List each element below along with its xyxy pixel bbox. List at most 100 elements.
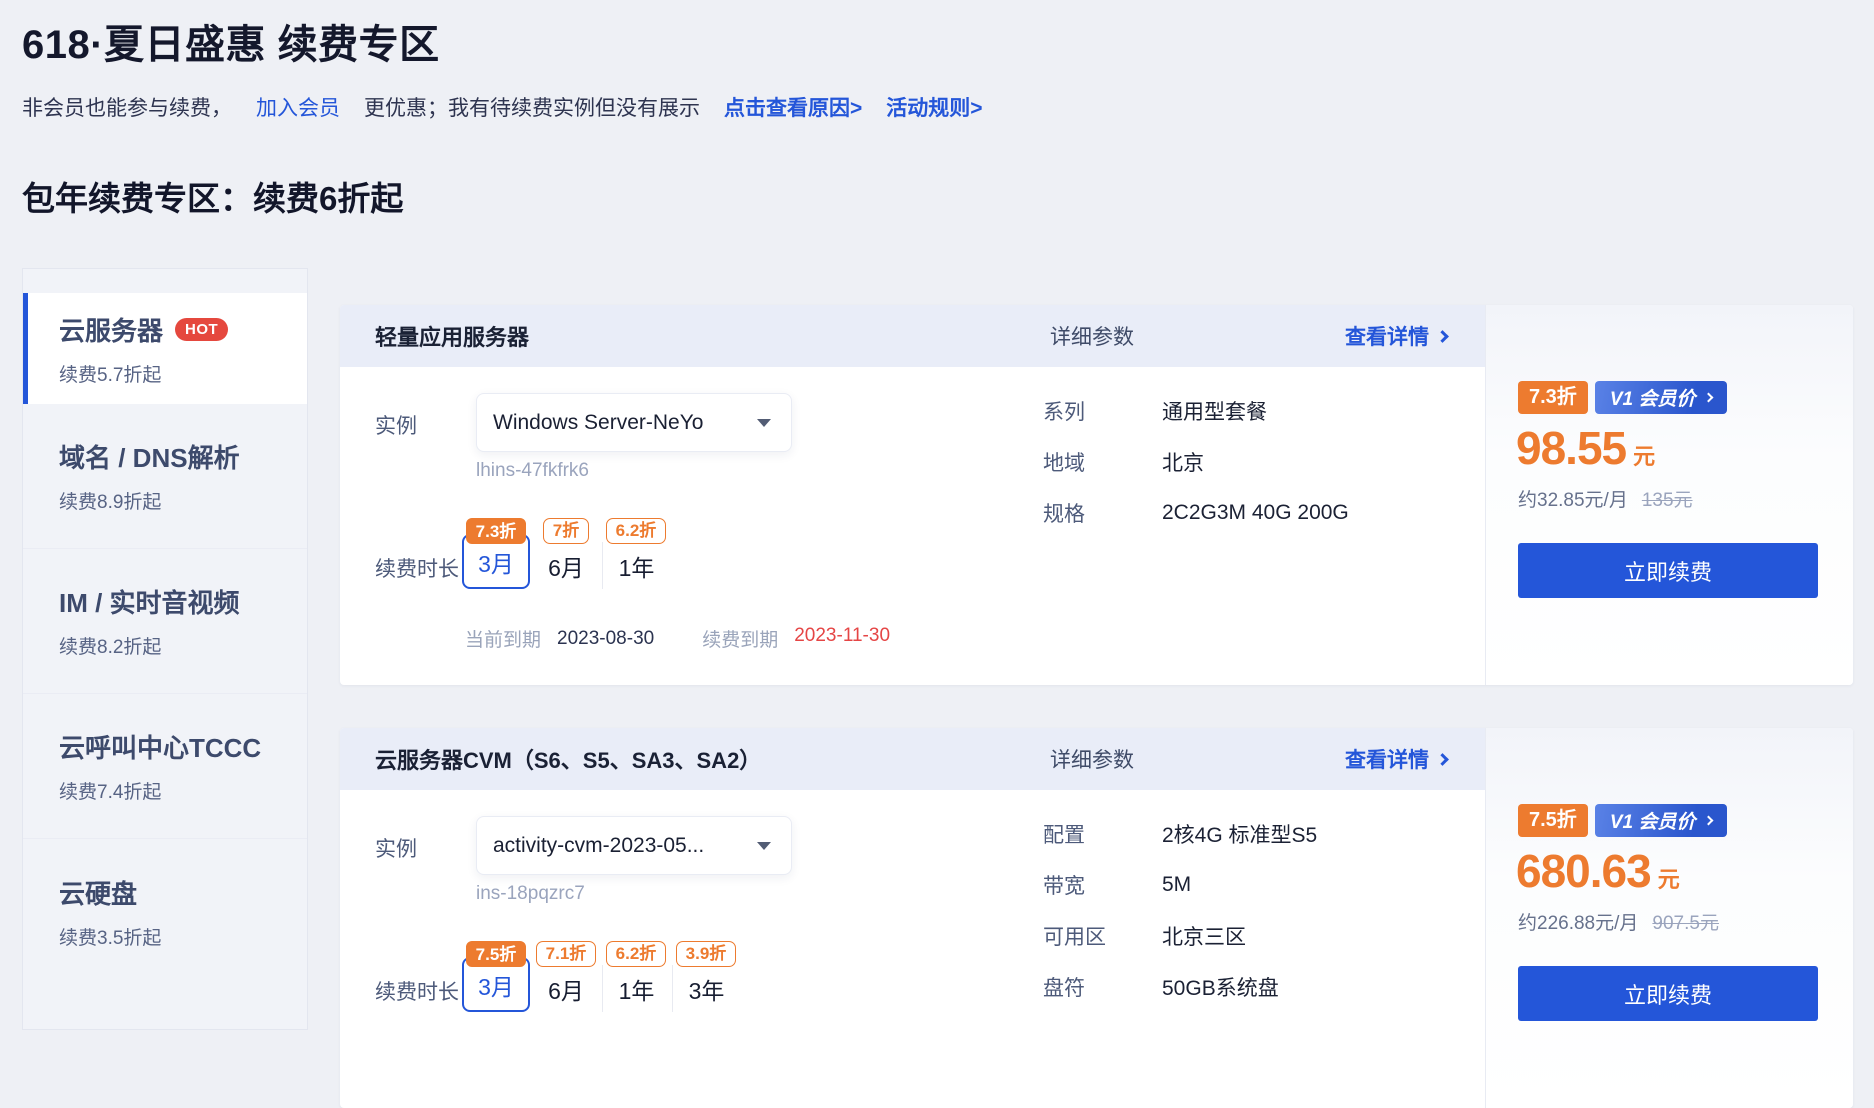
duration-option[interactable]: 7折 6月 xyxy=(532,518,600,589)
discount-tag: 3.9折 xyxy=(676,941,737,967)
duration-option[interactable]: 7.5折 3月 xyxy=(462,941,530,1012)
price-amount: 680.63 元 xyxy=(1516,844,1680,898)
duration-option[interactable]: 3.9折 3年 xyxy=(672,941,740,1012)
instance-select[interactable]: Windows Server-NeYo xyxy=(476,393,792,452)
sidebar-item-label: 云服务器 xyxy=(59,311,163,348)
product-card: 云服务器CVM（S6、S5、SA3、SA2） 详细参数 查看详情 实例 acti… xyxy=(340,728,1853,1108)
original-price: 135元 xyxy=(1642,485,1693,512)
member-price-label: V1 会员价 xyxy=(1610,384,1696,411)
spec-value: 北京 xyxy=(1162,447,1204,477)
sidebar-item-discount: 续费3.5折起 xyxy=(59,923,307,950)
spec-value: 2核4G 标准型S5 xyxy=(1162,819,1317,849)
expiry-row: 当前到期 2023-08-30 续费到期 2023-11-30 xyxy=(465,625,890,652)
sidebar-item-1[interactable]: 云服务器 HOT 续费5.7折起 xyxy=(23,293,307,404)
selected-indicator-bar xyxy=(23,293,28,404)
renew-expiry-label: 续费到期 xyxy=(702,625,778,652)
duration-term: 6月 xyxy=(532,542,600,589)
current-expiry-date: 2023-08-30 xyxy=(557,628,654,650)
join-member-link[interactable]: 加入会员 xyxy=(256,92,340,122)
renew-expiry-group: 续费到期 2023-11-30 xyxy=(702,625,890,652)
cards: 轻量应用服务器 详细参数 查看详情 实例 Windows Server-NeYo… xyxy=(340,305,1853,1108)
sidebar-item-title-row: 域名 / DNS解析 xyxy=(59,438,307,475)
sidebar-item-discount: 续费5.7折起 xyxy=(59,360,307,387)
spec-value: 2C2G3M 40G 200G xyxy=(1162,501,1349,525)
spec-label: 配置 xyxy=(1043,819,1162,849)
current-expiry-label: 当前到期 xyxy=(465,625,541,652)
price-unit: 元 xyxy=(1633,439,1655,471)
card-header: 轻量应用服务器 详细参数 查看详情 xyxy=(340,305,1485,367)
member-price-badge[interactable]: V1 会员价 xyxy=(1595,804,1728,837)
duration-option[interactable]: 7.3折 3月 xyxy=(462,518,530,589)
view-details-link[interactable]: 查看详情 xyxy=(1345,744,1447,774)
instance-id: ins-18pqzrc7 xyxy=(476,883,585,905)
view-details-label: 查看详情 xyxy=(1345,321,1429,351)
price-badges: 7.3折 V1 会员价 xyxy=(1518,381,1727,414)
chevron-right-icon xyxy=(1436,330,1449,343)
duration-option[interactable]: 6.2折 1年 xyxy=(602,941,670,1012)
sidebar-item-discount: 续费8.9折起 xyxy=(59,487,307,514)
duration-term: 1年 xyxy=(602,965,670,1012)
price-badges: 7.5折 V1 会员价 xyxy=(1518,804,1727,837)
spec-value: 北京三区 xyxy=(1162,921,1246,951)
duration-option[interactable]: 7.1折 6月 xyxy=(532,941,600,1012)
spec-label: 盘符 xyxy=(1043,972,1162,1002)
spec-label: 地域 xyxy=(1043,447,1162,477)
sidebar-item-label: IM / 实时音视频 xyxy=(59,583,240,620)
instance-label: 实例 xyxy=(375,833,417,863)
discount-tag: 7.5折 xyxy=(466,941,527,967)
caret-down-icon xyxy=(757,842,771,850)
view-reason-link[interactable]: 点击查看原因> xyxy=(724,92,862,122)
sidebar-item-title-row: IM / 实时音视频 xyxy=(59,583,307,620)
view-details-link[interactable]: 查看详情 xyxy=(1345,321,1447,351)
sidebar-item-5[interactable]: 云硬盘 续费3.5折起 xyxy=(23,839,307,984)
per-month-price: 约32.85元/月 xyxy=(1518,485,1628,512)
spec-row: 规格 2C2G3M 40G 200G xyxy=(1043,501,1349,525)
spec-value: 50GB系统盘 xyxy=(1162,972,1279,1002)
product-title: 云服务器CVM（S6、S5、SA3、SA2） xyxy=(375,743,761,775)
chevron-right-icon xyxy=(1436,753,1449,766)
member-price-badge[interactable]: V1 会员价 xyxy=(1595,381,1728,414)
price-panel: 7.5折 V1 会员价 680.63 元 约226.88元/月 907.5元 立… xyxy=(1485,728,1853,1108)
duration-option[interactable]: 6.2折 1年 xyxy=(602,518,670,589)
sidebar-item-discount: 续费7.4折起 xyxy=(59,777,307,804)
price-number: 98.55 xyxy=(1516,421,1626,475)
section-title: 包年续费专区：续费6折起 xyxy=(22,172,403,220)
sidebar-item-2[interactable]: 域名 / DNS解析 续费8.9折起 xyxy=(23,404,307,549)
activity-rules-link[interactable]: 活动规则> xyxy=(886,92,982,122)
spec-row: 盘符 50GB系统盘 xyxy=(1043,975,1317,999)
spec-row: 带宽 5M xyxy=(1043,873,1317,897)
product-title: 轻量应用服务器 xyxy=(375,320,529,352)
sidebar-item-title-row: 云硬盘 xyxy=(59,874,307,911)
instance-id: lhins-47fkfrk6 xyxy=(476,460,589,482)
duration-term: 3年 xyxy=(672,965,740,1012)
renew-now-button[interactable]: 立即续费 xyxy=(1518,966,1818,1021)
renew-expiry-date: 2023-11-30 xyxy=(794,625,890,652)
discount-tag: 7折 xyxy=(543,518,589,544)
price-number: 680.63 xyxy=(1516,844,1651,898)
spec-label: 规格 xyxy=(1043,498,1162,528)
sidebar-item-3[interactable]: IM / 实时音视频 续费8.2折起 xyxy=(23,549,307,694)
params-label: 详细参数 xyxy=(1050,321,1134,351)
member-price-label: V1 会员价 xyxy=(1610,807,1696,834)
per-month-price: 约226.88元/月 xyxy=(1518,908,1638,935)
page-title: 618·夏日盛惠 续费专区 xyxy=(22,12,440,70)
caret-down-icon xyxy=(757,419,771,427)
discount-tag: 6.2折 xyxy=(606,941,667,967)
instance-select[interactable]: activity-cvm-2023-05... xyxy=(476,816,792,875)
sidebar-list: 云服务器 HOT 续费5.7折起 域名 / DNS解析 续费8.9折起 IM /… xyxy=(23,293,307,984)
spec-list: 配置 2核4G 标准型S5 带宽 5M 可用区 北京三区 盘符 50GB系统盘 xyxy=(1043,822,1317,1026)
sidebar-item-discount: 续费8.2折起 xyxy=(59,632,307,659)
sidebar-item-4[interactable]: 云呼叫中心TCCC 续费7.4折起 xyxy=(23,694,307,839)
spec-row: 地域 北京 xyxy=(1043,450,1349,474)
hot-badge: HOT xyxy=(175,318,228,341)
renew-now-button[interactable]: 立即续费 xyxy=(1518,543,1818,598)
price-unit: 元 xyxy=(1658,862,1680,894)
chevron-right-icon xyxy=(1704,393,1714,403)
sidebar-item-label: 云呼叫中心TCCC xyxy=(59,728,261,765)
spec-row: 可用区 北京三区 xyxy=(1043,924,1317,948)
sidebar-item-label: 域名 / DNS解析 xyxy=(59,438,240,475)
price-subline: 约32.85元/月 135元 xyxy=(1518,485,1693,512)
discount-badge: 7.5折 xyxy=(1518,804,1588,837)
price-subline: 约226.88元/月 907.5元 xyxy=(1518,908,1719,935)
card-header: 云服务器CVM（S6、S5、SA3、SA2） 详细参数 查看详情 xyxy=(340,728,1485,790)
